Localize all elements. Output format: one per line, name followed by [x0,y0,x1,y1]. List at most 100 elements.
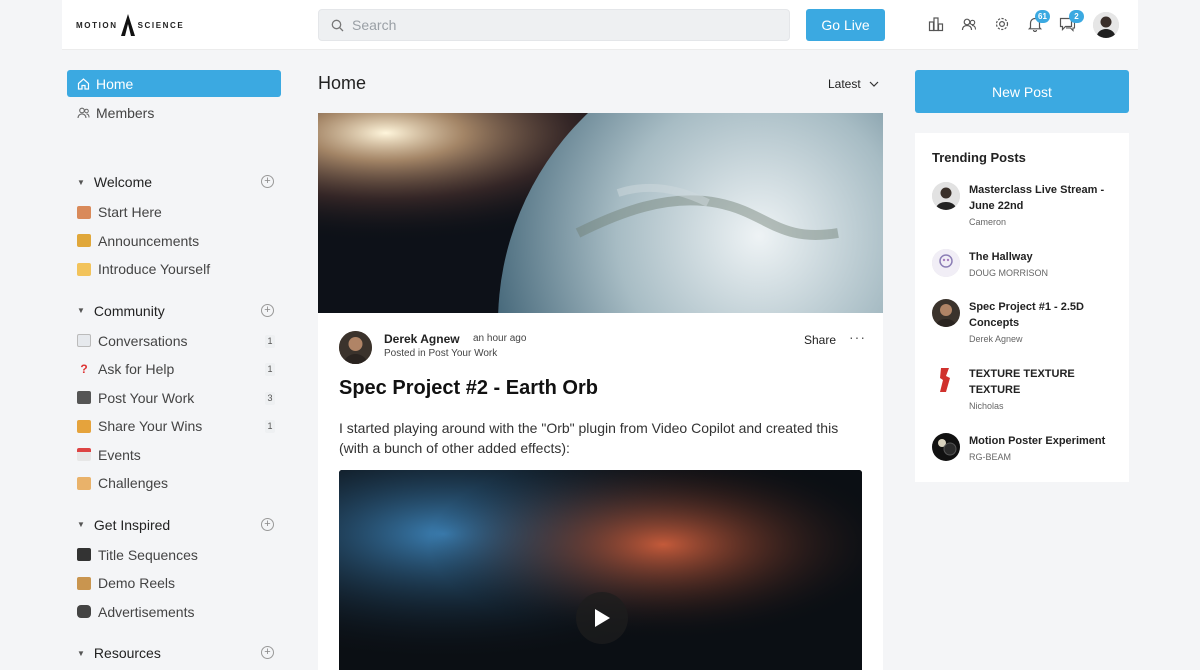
post-card: Derek Agnew an hour ago Posted in Post Y… [318,113,883,670]
trending-posts-panel: Trending Posts Masterclass Live Stream -… [915,133,1129,482]
sidebar-item-label: Home [96,75,134,92]
clapper-emoji-icon [77,548,91,562]
sidebar-item-start-here[interactable]: Start Here [67,198,281,227]
trending-post-title: Masterclass Live Stream - June 22nd [969,184,1105,212]
trending-post-author: Derek Agnew [969,334,1023,344]
trending-post-title: The Hallway [969,251,1033,263]
sidebar-item-challenges[interactable]: Challenges [67,469,281,498]
leaderboard-icon[interactable] [928,16,946,34]
add-space-icon[interactable]: + [261,303,274,317]
sidebar-item-label: Announcements [98,232,200,249]
new-post-button[interactable]: New Post [915,70,1129,113]
add-space-icon[interactable]: + [261,646,274,659]
trending-item[interactable]: The Hallway DOUG MORRISON [932,249,1122,284]
settings-icon[interactable] [994,16,1012,34]
sidebar-item-announcements[interactable]: Announcements [67,227,281,256]
question-emoji-icon: ? [80,361,88,376]
avatar [932,249,960,277]
posted-in-space[interactable]: Posted in Post Your Work [384,348,497,359]
sort-dropdown[interactable]: Latest [828,77,879,91]
space-group-title: Community [93,302,165,319]
search-icon [331,19,344,31]
user-avatar[interactable] [1093,12,1119,38]
space-group-title: Get Inspired [93,516,171,533]
chevron-down-icon [869,81,879,87]
sidebar-item-events[interactable]: Events [67,441,281,470]
trending-item[interactable]: Motion Poster Experiment RG-BEAM [932,433,1122,468]
messages-badge: 2 [1069,10,1084,23]
logo-text-left: MOTION [76,20,118,30]
sidebar-item-share-your-wins[interactable]: Share Your Wins 1 [67,412,281,441]
sidebar-item-post-your-work[interactable]: Post Your Work 3 [67,384,281,413]
search-bar[interactable] [318,9,790,41]
sidebar-item-ask-for-help[interactable]: ? Ask for Help 1 [67,355,281,384]
sidebar-item-conversations[interactable]: Conversations 1 [67,327,281,356]
space-group-community[interactable]: ▼ Community + [67,300,281,322]
sidebar-item-label: Share Your Wins [98,418,203,435]
sidebar-item-label: Post Your Work [98,389,195,406]
sidebar-item-introduce-yourself[interactable]: Introduce Yourself [67,255,281,284]
trending-post-author: DOUG MORRISON [969,268,1049,278]
trending-item[interactable]: Masterclass Live Stream - June 22nd Came… [932,182,1122,232]
more-options-icon[interactable]: ··· [849,329,866,345]
sidebar-item-label: Challenges [98,475,169,492]
author-name[interactable]: Derek Agnew [384,332,460,346]
top-bar: MOTION SCIENCE Go Live 61 2 [62,0,1138,50]
members-icon[interactable] [961,16,979,34]
unread-count: 1 [265,334,275,348]
avatar [932,182,960,210]
add-space-icon[interactable]: + [261,175,274,188]
trending-post-author: Cameron [969,217,1007,227]
sidebar-item-label: Ask for Help [98,361,175,378]
sidebar-item-demo-reels[interactable]: Demo Reels [67,569,281,598]
muscle-emoji-icon [77,476,91,490]
space-group-get-inspired[interactable]: ▼ Get Inspired + [67,514,281,536]
unread-count: 1 [265,420,275,433]
author-avatar[interactable] [339,331,372,364]
sidebar-item-label: Title Sequences [98,546,198,563]
logo-text-right: SCIENCE [137,20,185,30]
avatar [932,299,960,327]
avatar [932,433,960,461]
share-button[interactable]: Share [804,333,836,347]
post-title[interactable]: Spec Project #2 - Earth Orb [339,377,598,400]
notifications-badge: 61 [1035,10,1050,23]
post-hero-image[interactable] [318,113,883,313]
avatar [932,366,960,394]
sidebar-item-label: Conversations [98,332,188,349]
party-emoji-icon [77,419,91,433]
sidebar: Home Members ▼ Welcome + Start Here Anno… [67,70,281,664]
trending-item[interactable]: TEXTURE TEXTURE TEXTURE Nicholas [932,366,1122,416]
notifications-icon[interactable]: 61 [1027,10,1050,34]
sidebar-item-label: Events [98,446,141,463]
home-icon [77,78,90,90]
space-group-title: Welcome [93,174,153,190]
go-live-button[interactable]: Go Live [806,9,885,41]
trending-post-title: Motion Poster Experiment [969,435,1106,447]
sidebar-item-title-sequences[interactable]: Title Sequences [67,541,281,570]
add-space-icon[interactable]: + [261,517,274,531]
trending-item[interactable]: Spec Project #1 - 2.5D Concepts Derek Ag… [932,299,1122,349]
megaphone-emoji-icon [77,234,91,248]
space-group-welcome[interactable]: ▼ Welcome + [67,171,281,193]
sidebar-item-label: Members [96,104,155,121]
play-button[interactable] [576,592,628,644]
search-input[interactable] [352,17,752,33]
sort-label: Latest [828,77,861,91]
wave-emoji-icon [77,262,91,276]
video-player[interactable] [339,470,862,670]
space-group-title: Resources [93,645,161,661]
sidebar-item-members[interactable]: Members [67,99,281,126]
sidebar-item-label: Introduce Yourself [98,261,211,278]
caret-down-icon: ▼ [77,177,85,187]
logo-mark-icon [120,14,135,36]
monitor-emoji-icon [77,391,91,405]
space-group-resources[interactable]: ▼ Resources + [67,642,281,664]
sidebar-item-advertisements[interactable]: Advertisements [67,598,281,627]
post-body: I started playing around with the "Orb" … [339,420,839,456]
messages-icon[interactable]: 2 [1059,10,1084,34]
unread-count: 3 [265,391,275,405]
sidebar-item-home[interactable]: Home [67,70,281,97]
post-timestamp: an hour ago [473,333,527,344]
logo[interactable]: MOTION SCIENCE [76,14,184,36]
